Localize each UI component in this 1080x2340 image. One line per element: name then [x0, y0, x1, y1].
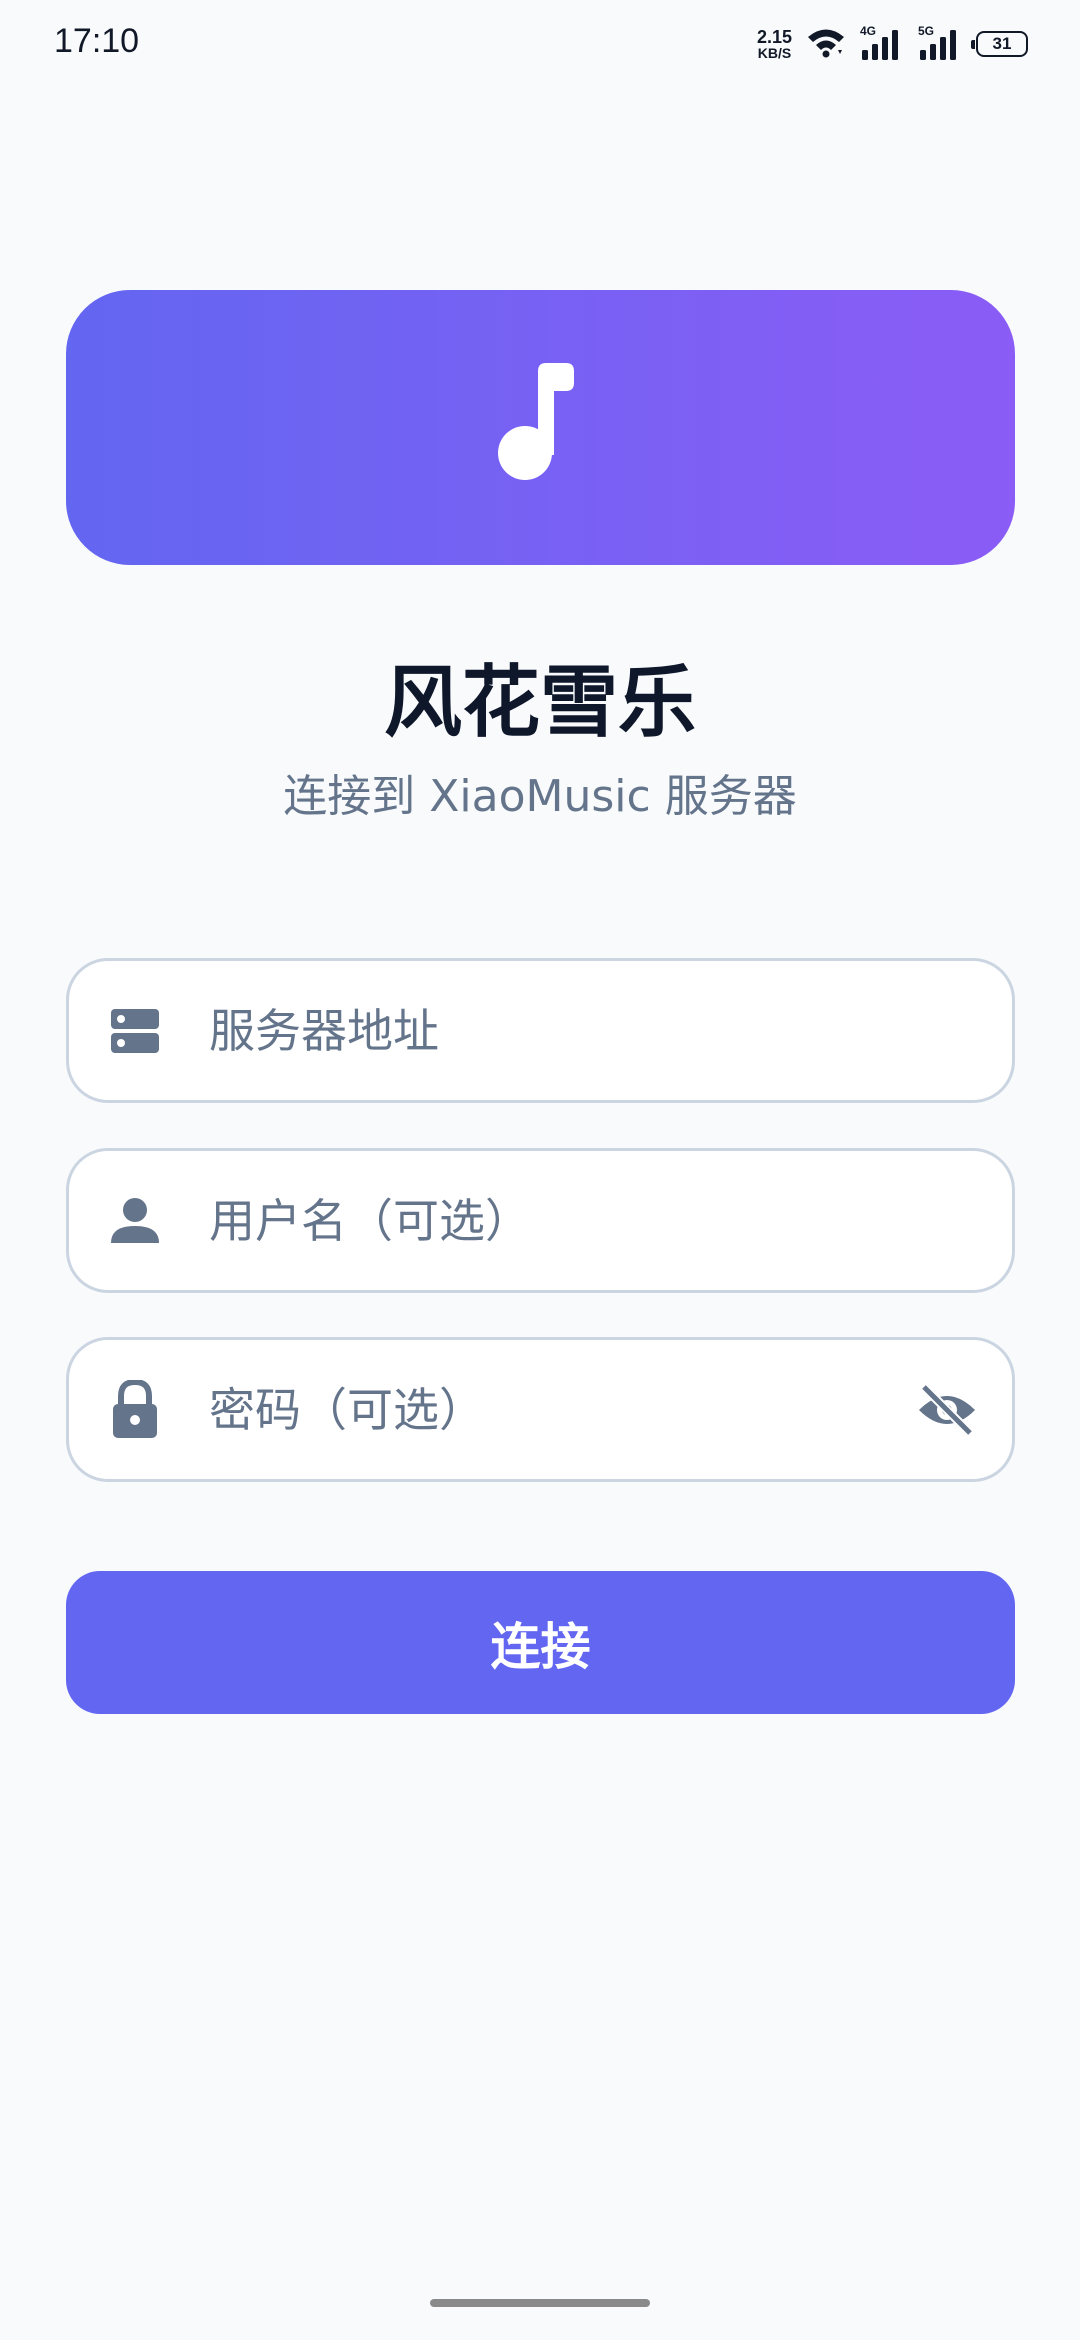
battery-icon: 31	[971, 31, 1028, 57]
password-field[interactable]	[66, 1337, 1015, 1482]
signal-4g-tag: 4G	[860, 24, 877, 38]
music-note-icon	[496, 361, 586, 495]
password-input[interactable]	[209, 1340, 902, 1479]
connect-button[interactable]: 连接	[66, 1571, 1015, 1714]
network-speed: 2.15 KB/S	[757, 28, 792, 60]
app-banner	[66, 290, 1015, 565]
signal-5g-icon: 5G	[918, 24, 962, 60]
app-subtitle: 连接到 XiaoMusic 服务器	[283, 771, 797, 822]
person-icon	[107, 1193, 163, 1249]
app-title: 风花雪乐	[383, 658, 696, 748]
network-speed-unit: KB/S	[757, 45, 792, 61]
username-field[interactable]	[66, 1148, 1015, 1293]
status-icons: 2.15 KB/S 4G 5G 31	[757, 24, 1028, 64]
server-icon	[107, 1003, 163, 1059]
eye-off-icon[interactable]	[916, 1379, 978, 1441]
home-indicator[interactable]	[430, 2299, 650, 2307]
lock-icon	[107, 1379, 163, 1438]
username-input[interactable]	[209, 1151, 902, 1290]
server-address-input[interactable]	[209, 961, 902, 1100]
wifi-icon	[806, 26, 846, 62]
server-address-field[interactable]	[66, 958, 1015, 1103]
network-speed-value: 2.15	[756, 27, 792, 47]
battery-level: 31	[992, 34, 1012, 53]
status-bar: 17:10 2.15 KB/S 4G 5G 31	[0, 0, 1080, 90]
signal-5g-tag: 5G	[918, 24, 935, 38]
signal-4g-icon: 4G	[860, 24, 904, 60]
status-time: 17:10	[54, 22, 140, 60]
connect-button-label: 连接	[490, 1617, 591, 1676]
login-screen: 17:10 2.15 KB/S 4G 5G 31 风花雪乐 连接到 XiaoMu…	[0, 0, 1080, 2340]
